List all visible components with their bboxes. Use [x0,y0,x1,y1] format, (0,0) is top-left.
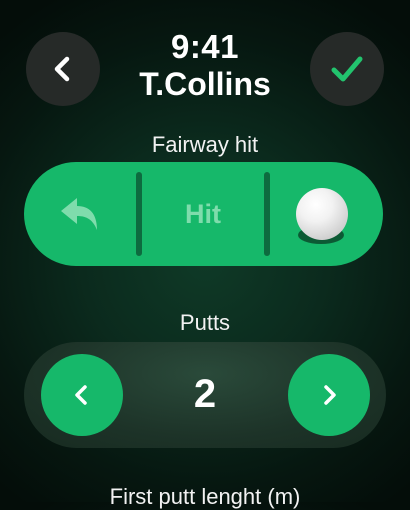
putts-label: Putts [179,310,231,335]
fairway-hit-label: Fairway hit [151,132,259,157]
undo-button[interactable] [24,162,136,266]
decrement-putts-button[interactable] [41,354,123,436]
putts-value: 2 [193,372,217,416]
confirm-button[interactable] [310,32,384,106]
undo-arrow-icon [61,198,97,230]
first-putt-length-label: First putt lenght (m) [109,484,301,509]
putts-stepper: 2 [24,342,386,448]
fairway-hit-control[interactable]: Hit [24,162,383,266]
golf-ball-icon [296,188,348,240]
ball-button[interactable] [270,162,383,266]
checkmark-icon [331,56,363,82]
increment-putts-button[interactable] [288,354,370,436]
chevron-left-icon [75,385,87,405]
hit-status-button[interactable]: Hit [142,162,264,266]
chevron-right-icon [324,385,336,405]
